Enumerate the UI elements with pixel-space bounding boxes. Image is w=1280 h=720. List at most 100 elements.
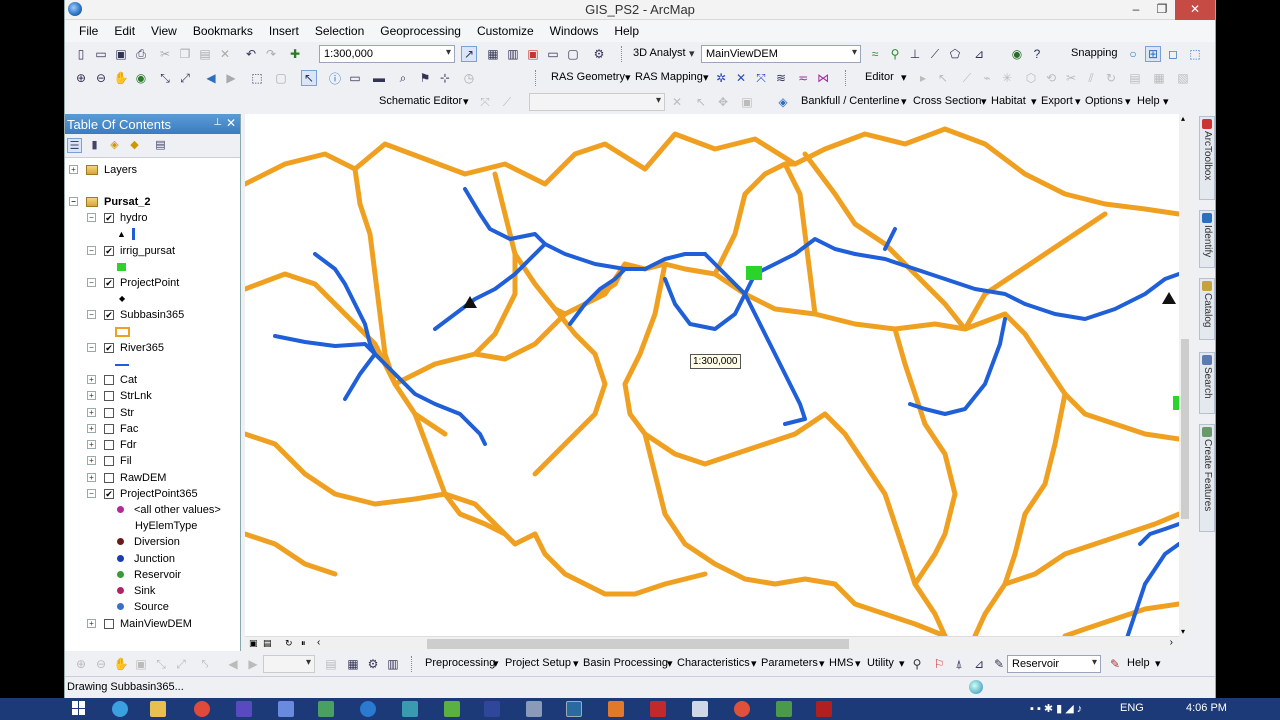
collapse-icon[interactable]: − <box>87 278 96 287</box>
list-by-drawing-order-icon[interactable]: ☰ <box>67 138 82 153</box>
dock-tab-catalog[interactable]: Catalog <box>1199 278 1215 340</box>
collapse-icon[interactable]: − <box>87 246 96 255</box>
scroll-up-icon[interactable]: ▴ <box>1181 114 1185 123</box>
schematic-layout-icon[interactable]: ⤧ <box>477 94 493 110</box>
flow-path-icon[interactable]: ⍋ <box>951 656 967 672</box>
list-by-selection-icon[interactable]: ◆ <box>127 138 142 153</box>
preprocessing-dropdown-icon[interactable]: ▾ <box>493 657 499 670</box>
editor-toolbar-icon[interactable]: ↗ <box>461 46 477 62</box>
layer-visibility-checkbox[interactable]: ✔ <box>104 309 114 320</box>
parameters-dropdown-icon[interactable]: ▾ <box>819 657 825 670</box>
minimize-button[interactable]: – <box>1123 0 1149 20</box>
project-setup-menu[interactable]: Project Setup <box>505 657 571 669</box>
collapse-icon[interactable]: − <box>87 310 96 319</box>
options-dropdown-icon[interactable]: ▾ <box>1125 95 1131 108</box>
menu-view[interactable]: View <box>143 24 185 38</box>
map-scale-combo[interactable]: 1:300,000 <box>319 45 455 63</box>
dock-tab-create-features[interactable]: Create Features <box>1199 424 1215 532</box>
collapse-icon[interactable]: − <box>87 489 96 498</box>
help-dropdown-icon[interactable]: ▾ <box>1163 95 1169 108</box>
scroll-right-icon[interactable]: › <box>1170 637 1173 648</box>
expand-icon[interactable]: + <box>87 619 96 628</box>
active-layer-combo[interactable]: MainViewDEM <box>701 45 861 63</box>
layout-pan-icon[interactable]: ✋ <box>113 656 129 672</box>
layer-visibility-checkbox[interactable]: ✔ <box>104 342 114 353</box>
menu-windows[interactable]: Windows <box>542 24 607 38</box>
export-dropdown-icon[interactable]: ▾ <box>1075 95 1081 108</box>
toc-layer-cat[interactable]: + Cat <box>87 372 137 387</box>
python-window-icon[interactable]: ▭ <box>545 46 561 62</box>
help-pencil-icon[interactable]: ✎ <box>1107 656 1123 672</box>
identify-river-icon[interactable]: ⚲ <box>909 656 925 672</box>
fixed-zoom-out-icon[interactable]: ⤢ <box>177 70 193 86</box>
irrigation-point-marker[interactable] <box>746 266 762 280</box>
scroll-left-icon[interactable]: ‹ <box>317 637 320 648</box>
internet-explorer-icon[interactable] <box>112 701 128 717</box>
search-window-icon[interactable]: ▢ <box>565 46 581 62</box>
find-route-icon[interactable]: ⚑ <box>417 70 433 86</box>
expand-icon[interactable]: + <box>69 165 78 174</box>
3d-analyst-dropdown-icon[interactable]: ▾ <box>689 47 695 60</box>
menu-insert[interactable]: Insert <box>261 24 307 38</box>
go-forward-icon[interactable]: ▶ <box>245 656 261 672</box>
layer-visibility-checkbox[interactable] <box>104 374 114 385</box>
acrobat-icon[interactable] <box>816 701 832 717</box>
arcmap-taskbar-icon[interactable] <box>566 701 582 717</box>
table-window-icon[interactable]: ▦ <box>485 46 501 62</box>
bankfull-centerline-menu[interactable]: Bankfull / Centerline <box>801 95 899 107</box>
cross-section-menu[interactable]: Cross Section <box>913 95 981 107</box>
toc-layer-rawdem[interactable]: + RawDEM <box>87 470 166 485</box>
preprocessing-menu[interactable]: Preprocessing <box>425 657 495 669</box>
project-setup-dropdown-icon[interactable]: ▾ <box>573 657 579 670</box>
layer-visibility-checkbox[interactable]: ✔ <box>104 277 114 288</box>
hms-menu[interactable]: HMS <box>829 657 853 669</box>
new-document-icon[interactable]: ▯ <box>73 46 89 62</box>
print-icon[interactable]: ⎙ <box>133 46 149 62</box>
reshape-icon[interactable]: ⟲ <box>1043 70 1059 86</box>
utility-menu[interactable]: Utility <box>867 657 894 669</box>
3d-analyst-menu[interactable]: 3D Analyst <box>633 47 686 59</box>
menu-edit[interactable]: Edit <box>106 24 143 38</box>
layer-visibility-checkbox[interactable] <box>104 455 114 466</box>
app-icon-6[interactable] <box>484 701 500 717</box>
end-snapping-icon[interactable]: ⊞ <box>1145 46 1161 62</box>
schematic-save-icon[interactable]: ▣ <box>739 94 755 110</box>
zoom-whole-page-icon[interactable]: ▣ <box>133 656 149 672</box>
expand-icon[interactable]: + <box>87 375 96 384</box>
chrome-icon-2[interactable] <box>734 701 750 717</box>
identify-icon[interactable]: ⓘ <box>327 70 343 86</box>
data-driven-pages-icon[interactable]: ▥ <box>385 656 401 672</box>
app-icon-2[interactable] <box>278 701 294 717</box>
toc-layer-hydro[interactable]: − ✔ hydro <box>87 210 148 225</box>
scrollbar-thumb[interactable] <box>1181 339 1189 519</box>
edit-tool-icon[interactable]: ▸ <box>915 70 931 86</box>
layout-zoom-combo[interactable] <box>263 655 315 673</box>
help-icon[interactable]: ? <box>1029 46 1045 62</box>
attributes-icon[interactable]: ▤ <box>1127 70 1143 86</box>
map-horizontal-scrollbar[interactable]: ▣ ▤ ↻ ⏸ ‹ › <box>245 636 1179 650</box>
edge-snapping-icon[interactable]: ⬚ <box>1187 46 1203 62</box>
app-icon-1[interactable] <box>236 701 252 717</box>
chrome-icon[interactable] <box>194 701 210 717</box>
fixed-zoom-in-icon[interactable]: ⤡ <box>157 70 173 86</box>
ras-layer-icon[interactable]: ✲ <box>713 70 729 86</box>
toc-layer-river365[interactable]: − ✔ River365 <box>87 340 164 355</box>
interpolate-line-icon[interactable]: ⟋ <box>927 46 943 62</box>
bankfull-tool-icon[interactable]: ◈ <box>775 94 791 110</box>
ras-cross-icon[interactable]: ✕ <box>733 70 749 86</box>
tray-icons[interactable]: ▪ ▪ ✱ ▮ ◢ ♪ <box>1030 702 1082 715</box>
time-slider-icon[interactable]: ◷ <box>461 70 477 86</box>
basin-processing-dropdown-icon[interactable]: ▾ <box>667 657 673 670</box>
project-point-triangle[interactable] <box>1162 292 1176 304</box>
app-icon-3[interactable] <box>360 701 376 717</box>
geohms-help-menu[interactable]: Help <box>1127 657 1150 669</box>
habitat-menu[interactable]: Habitat <box>991 95 1026 107</box>
zoom-100-icon[interactable]: ⤡ <box>153 656 169 672</box>
paste-icon[interactable]: ▤ <box>197 46 213 62</box>
ras-mapping-menu[interactable]: RAS Mapping <box>635 71 703 83</box>
menu-file[interactable]: File <box>71 24 106 38</box>
go-back-icon[interactable]: ◀ <box>225 656 241 672</box>
zoom-in-icon[interactable]: ⊕ <box>73 70 89 86</box>
expand-icon[interactable]: + <box>87 391 96 400</box>
app-icon-10[interactable] <box>692 701 708 717</box>
